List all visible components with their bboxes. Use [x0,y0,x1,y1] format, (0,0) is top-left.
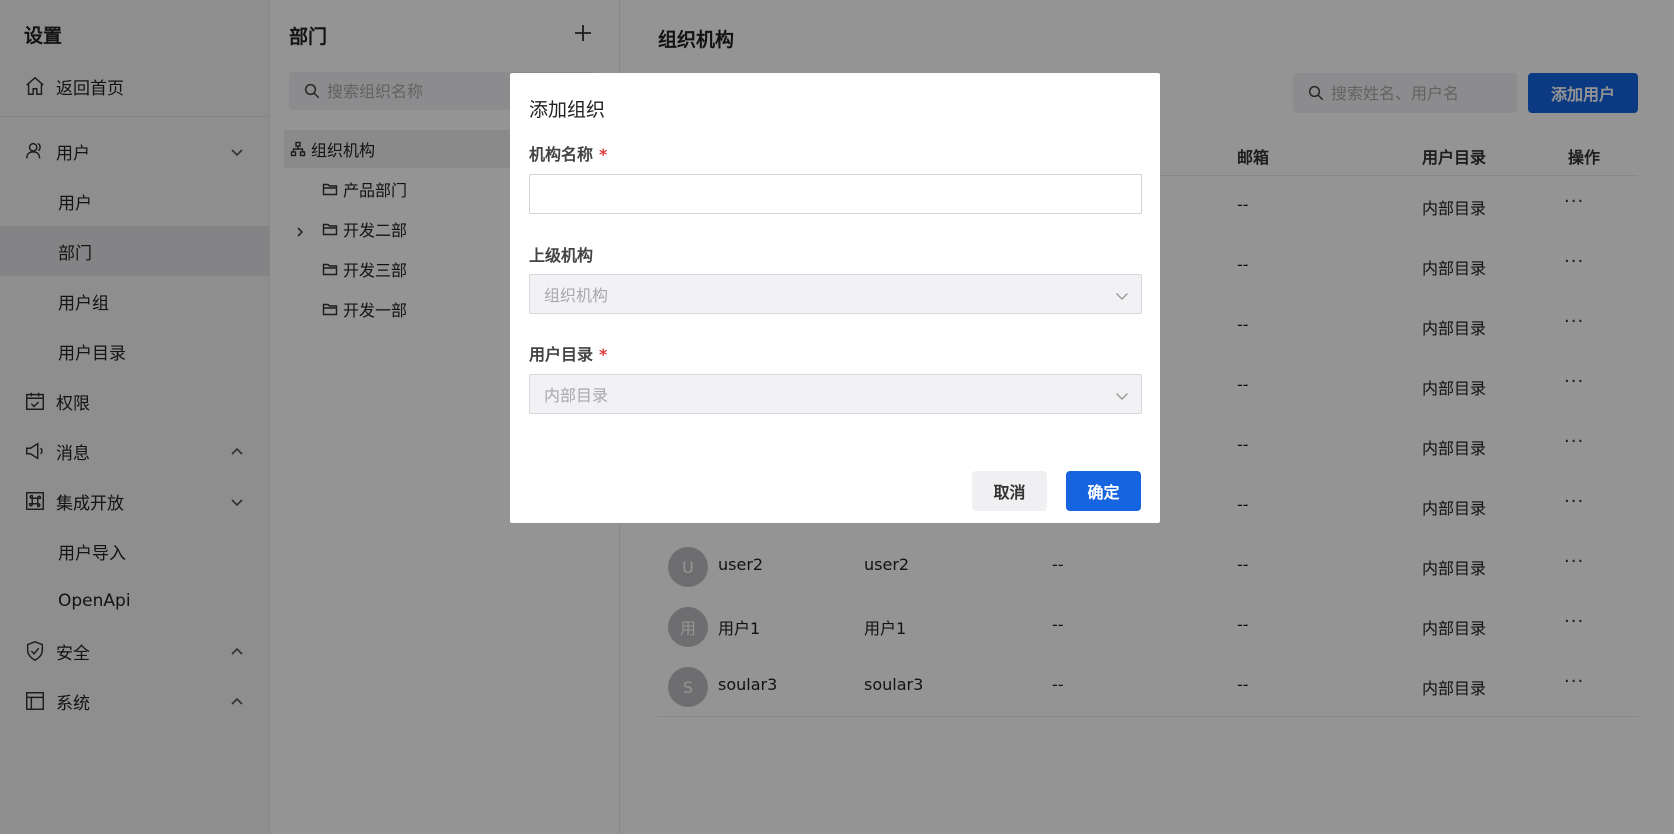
dialog-title: 添加组织 [529,99,606,121]
parent-org-value: 组织机构 [544,286,609,305]
cancel-button[interactable]: 取消 [972,471,1047,511]
chevron-down-icon [1115,388,1129,402]
org-name-label-text: 机构名称 [529,145,594,164]
required-mark: * [599,145,608,164]
org-name-label: 机构名称 * [529,141,607,165]
parent-org-label: 上级机构 [529,246,594,265]
add-organization-dialog: 添加组织 机构名称 * 上级机构 组织机构 用户目录 * 内部目录 取消 确定 [510,73,1160,523]
user-directory-label: 用户目录 * [529,341,607,365]
org-name-input[interactable] [529,174,1142,214]
confirm-button[interactable]: 确定 [1066,471,1141,511]
parent-org-select[interactable]: 组织机构 [529,274,1142,314]
user-directory-label-text: 用户目录 [529,345,594,364]
chevron-down-icon [1115,288,1129,302]
user-directory-value: 内部目录 [544,386,609,405]
required-mark: * [599,345,608,364]
user-directory-select[interactable]: 内部目录 [529,374,1142,414]
